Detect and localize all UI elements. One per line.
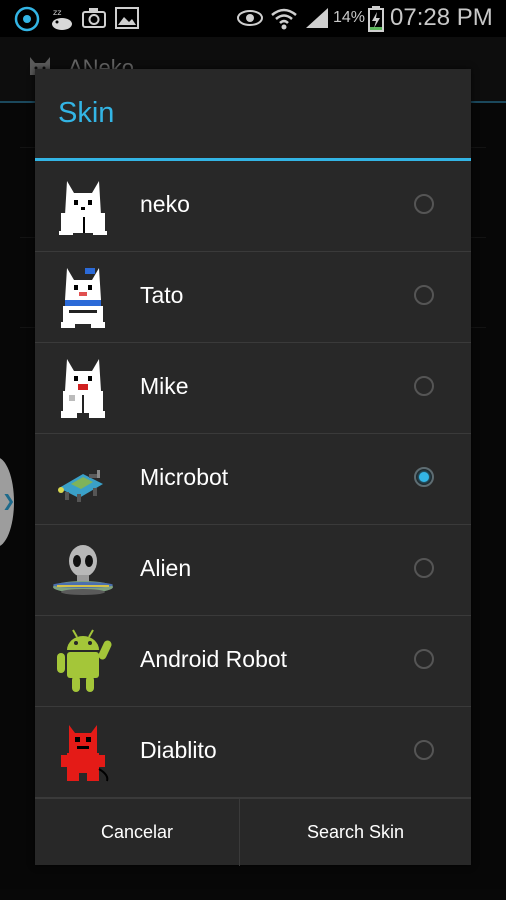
svg-text:zz: zz [53,8,61,17]
gallery-icon [115,7,139,29]
power-app-icon [14,6,40,32]
status-bar: zz 14% 07:28 PM [0,0,506,37]
signal-icon [306,8,328,28]
skin-label: Diablito [140,737,217,763]
camera-icon [82,8,106,28]
skin-label: Microbot [140,464,229,490]
mike-cat-icon [61,359,105,418]
skin-option-neko[interactable]: neko [35,161,471,252]
radio-button[interactable] [414,740,434,760]
skin-dialog: Skin neko Tato Mike Microbot Alien Andro… [35,69,471,866]
radio-button[interactable] [414,558,434,578]
diablito-devil-icon [61,725,109,782]
radio-button[interactable] [414,376,434,396]
skin-option-alien[interactable]: Alien [35,525,471,616]
sleeping-neko-icon: zz [52,8,72,30]
microbot-icon [58,470,103,502]
radio-button-selected[interactable] [414,467,434,487]
battery-percent: 14% [333,9,366,26]
radio-button[interactable] [414,649,434,669]
cancel-button[interactable]: Cancelar [35,799,240,866]
skin-option-diablito[interactable]: Diablito [35,707,471,798]
clock: 07:28 PM [390,4,493,31]
wifi-icon [271,8,297,30]
skin-option-microbot[interactable]: Microbot [35,434,471,525]
radio-button[interactable] [414,194,434,214]
skin-label: Android Robot [140,646,288,672]
skin-label: Tato [140,282,184,308]
search-skin-button[interactable]: Search Skin [240,799,471,866]
dialog-title: Skin [58,97,115,129]
tato-cat-icon [61,268,105,328]
eye-icon [237,10,263,26]
skin-list: neko Tato Mike Microbot Alien Android Ro… [35,161,471,798]
skin-option-android-robot[interactable]: Android Robot [35,616,471,707]
skin-option-tato[interactable]: Tato [35,252,471,343]
skin-label: neko [140,191,190,217]
skin-option-mike[interactable]: Mike [35,343,471,434]
dialog-button-bar: Cancelar Search Skin [35,798,471,866]
battery-charging-icon [368,6,384,32]
skin-label: Mike [140,373,189,399]
skin-label: Alien [140,555,192,581]
neko-cat-icon [59,181,107,235]
radio-button[interactable] [414,285,434,305]
alien-ufo-icon [53,545,113,595]
android-robot-icon [57,629,112,692]
